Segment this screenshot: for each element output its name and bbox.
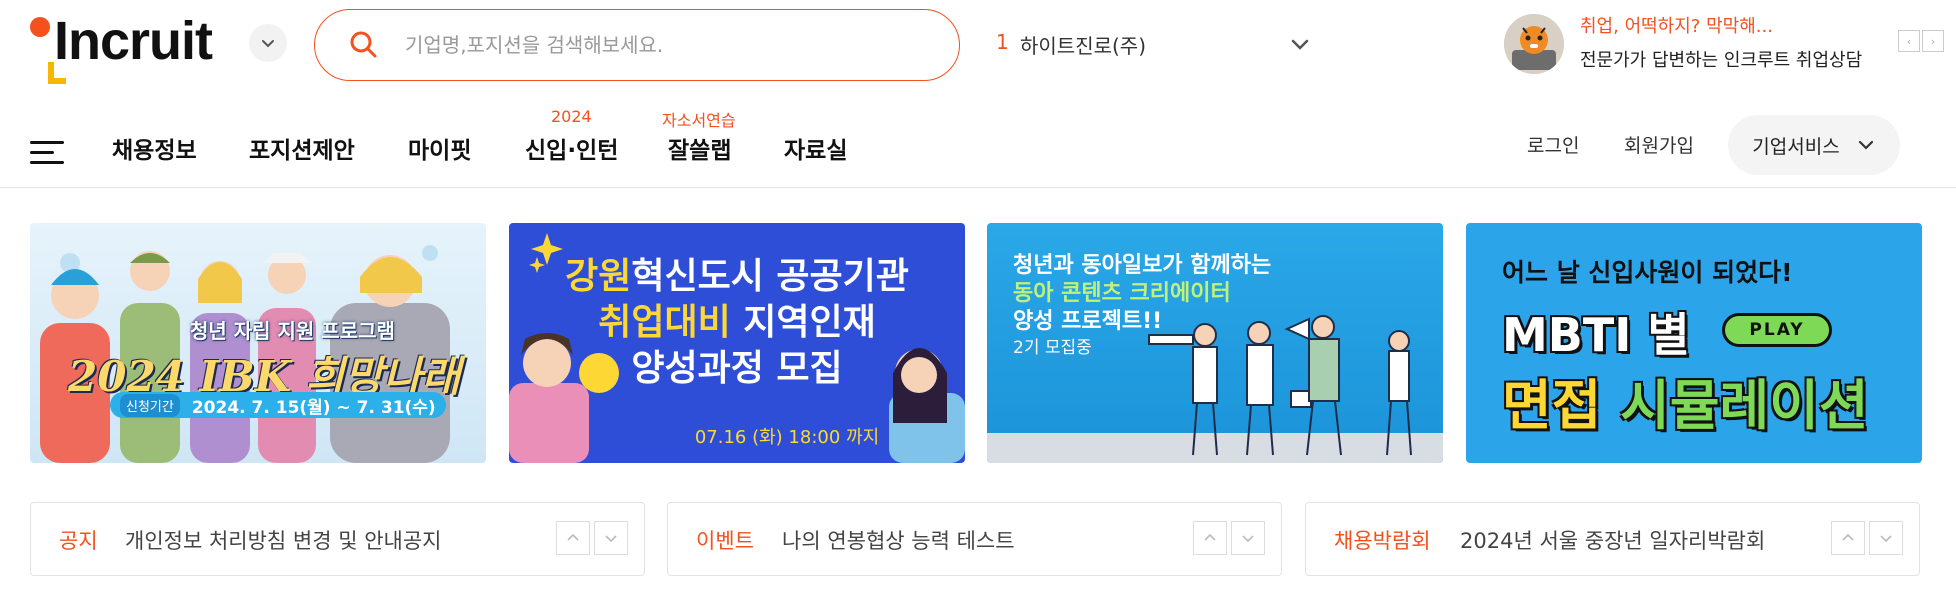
nav-item-jobs[interactable]: 채용정보 — [112, 131, 197, 165]
nav-item-jalsseullab[interactable]: 잘쓸랩 — [668, 131, 731, 165]
chevron-up-icon — [1204, 533, 1216, 541]
donga-line-3: 양성 프로젝트!! — [1013, 309, 1163, 334]
search-input[interactable] — [405, 26, 925, 64]
mbti-bottom-b: 시뮬레이션 — [1620, 374, 1869, 437]
donga-recruiting: 2기 모집중 — [1013, 338, 1092, 358]
signup-link[interactable]: 회원가입 — [1624, 131, 1694, 158]
nav-badge-year: 2024 — [551, 107, 592, 126]
service-dropdown-button[interactable] — [249, 24, 287, 62]
gangwon-rest-1: 혁신도시 공공기관 — [631, 256, 909, 297]
event-up-button[interactable] — [1193, 521, 1227, 555]
job-fair-down-button[interactable] — [1869, 521, 1903, 555]
period-dates: 2024. 7. 15(월) ~ 7. 31(수) — [191, 397, 436, 418]
nav-badge-essay: 자소서연습 — [662, 111, 736, 130]
chevron-left-icon: ‹ — [1906, 34, 1912, 48]
play-badge: PLAY — [1722, 313, 1832, 347]
counseling-promo[interactable]: 취업, 어떡하지? 막막해... 전문가가 답변하는 인크루트 취업상담 ‹ › — [1504, 10, 1944, 80]
business-service-button[interactable]: 기업서비스 — [1728, 115, 1900, 175]
event-down-button[interactable] — [1231, 521, 1265, 555]
gangwon-highlight-1: 강원 — [565, 256, 632, 297]
main-navigation: 채용정보 포지션제안 마이핏 2024 신입·인턴 자소서연습 잘쓸랩 자료실 … — [0, 95, 1956, 188]
event-box: 이벤트 나의 연봉협상 능력 테스트 — [667, 502, 1282, 576]
banner-ibk-hope[interactable]: 청년 자립 지원 프로그램 2024 IBK 희망나래 신청기간 2024. 7… — [30, 223, 486, 463]
event-text[interactable]: 나의 연봉협상 능력 테스트 — [782, 525, 1015, 555]
promo-title: 취업, 어떡하지? 막막해... — [1580, 16, 1773, 37]
mbti-bottom-text: 면접 시뮬레이션 — [1502, 361, 1869, 440]
counselor-avatar — [1504, 14, 1564, 74]
gangwon-line-1: 강원혁신도시 공공기관 — [509, 247, 965, 299]
gangwon-highlight-2: 취업대비 — [598, 302, 731, 343]
nav-item-myfit[interactable]: 마이핏 — [408, 131, 471, 165]
logo-dot — [30, 17, 50, 37]
chevron-down-icon — [1880, 535, 1892, 543]
promo-next-button[interactable]: › — [1922, 30, 1944, 52]
nav-item-resources[interactable]: 자료실 — [784, 131, 847, 165]
notice-text[interactable]: 개인정보 처리방침 변경 및 안내공지 — [125, 525, 442, 555]
popular-company-ranking[interactable]: 1 하이트진로(주) — [996, 26, 1326, 62]
banner-donga-creator[interactable]: 청년과 동아일보가 함께하는 동아 콘텐츠 크리에이터 양성 프로젝트!! 2기… — [987, 223, 1443, 463]
search-box[interactable] — [314, 9, 960, 81]
incruit-logo[interactable]: Incruit — [30, 11, 230, 84]
job-fair-box: 채용박람회 2024년 서울 중장년 일자리박람회 — [1305, 502, 1920, 576]
chevron-down-icon — [262, 40, 274, 48]
gangwon-deadline: 07.16 (화) 18:00 까지 — [694, 427, 880, 448]
gangwon-line-3: 양성과정 모집 — [631, 348, 843, 389]
chevron-down-icon[interactable] — [1288, 32, 1312, 56]
notice-box: 공지 개인정보 처리방침 변경 및 안내공지 — [30, 502, 645, 576]
logo-mark-foot — [48, 78, 66, 84]
job-fair-text[interactable]: 2024년 서울 중장년 일자리박람회 — [1460, 525, 1765, 555]
notice-up-button[interactable] — [556, 521, 590, 555]
chevron-up-icon — [567, 533, 579, 541]
period-label: 신청기간 — [120, 393, 180, 417]
promo-prev-button[interactable]: ‹ — [1898, 30, 1920, 52]
banner-gangwon-public[interactable]: 강원혁신도시 공공기관 취업대비 지역인재 양성과정 모집 07.16 (화) … — [509, 223, 965, 463]
business-service-label: 기업서비스 — [1752, 135, 1840, 158]
chevron-up-icon — [1842, 533, 1854, 541]
job-fair-category: 채용박람회 — [1334, 529, 1431, 553]
notice-down-button[interactable] — [594, 521, 628, 555]
mbti-top-text: 어느 날 신입사원이 되었다! — [1502, 258, 1793, 287]
rank-company[interactable]: 하이트진로(주) — [1020, 30, 1146, 59]
banner-mbti-interview[interactable]: 어느 날 신입사원이 되었다! MBTI 별 PLAY 면접 시뮬레이션 — [1466, 223, 1922, 463]
rank-number: 1 — [996, 30, 1009, 54]
banner-ibk-title: 청년 자립 지원 프로그램 — [190, 319, 395, 343]
tiger-character-icon — [1504, 14, 1564, 74]
mbti-bottom-a: 면접 — [1502, 374, 1621, 437]
promo-subtitle: 전문가가 답변하는 인크루트 취업상담 — [1580, 50, 1863, 71]
gangwon-rest-2: 지역인재 — [730, 302, 876, 343]
nav-item-position-offer[interactable]: 포지션제안 — [249, 131, 355, 165]
notice-category: 공지 — [59, 529, 98, 553]
event-category: 이벤트 — [696, 529, 754, 553]
gangwon-line-2: 취업대비 지역인재 — [509, 293, 965, 345]
hamburger-menu-icon[interactable] — [30, 139, 66, 167]
banner-ibk-period: 신청기간 2024. 7. 15(월) ~ 7. 31(수) — [110, 392, 446, 418]
search-icon[interactable] — [347, 28, 381, 62]
mbti-label: MBTI 별 — [1502, 308, 1690, 362]
chevron-down-icon — [1242, 535, 1254, 543]
login-link[interactable]: 로그인 — [1527, 131, 1579, 158]
chevron-right-icon: › — [1930, 34, 1936, 48]
chevron-down-icon — [1858, 140, 1873, 150]
nav-item-entry-intern[interactable]: 신입·인턴 — [525, 131, 618, 165]
chevron-down-icon — [605, 535, 617, 543]
logo-text: Incruit — [54, 11, 213, 71]
job-fair-up-button[interactable] — [1831, 521, 1865, 555]
